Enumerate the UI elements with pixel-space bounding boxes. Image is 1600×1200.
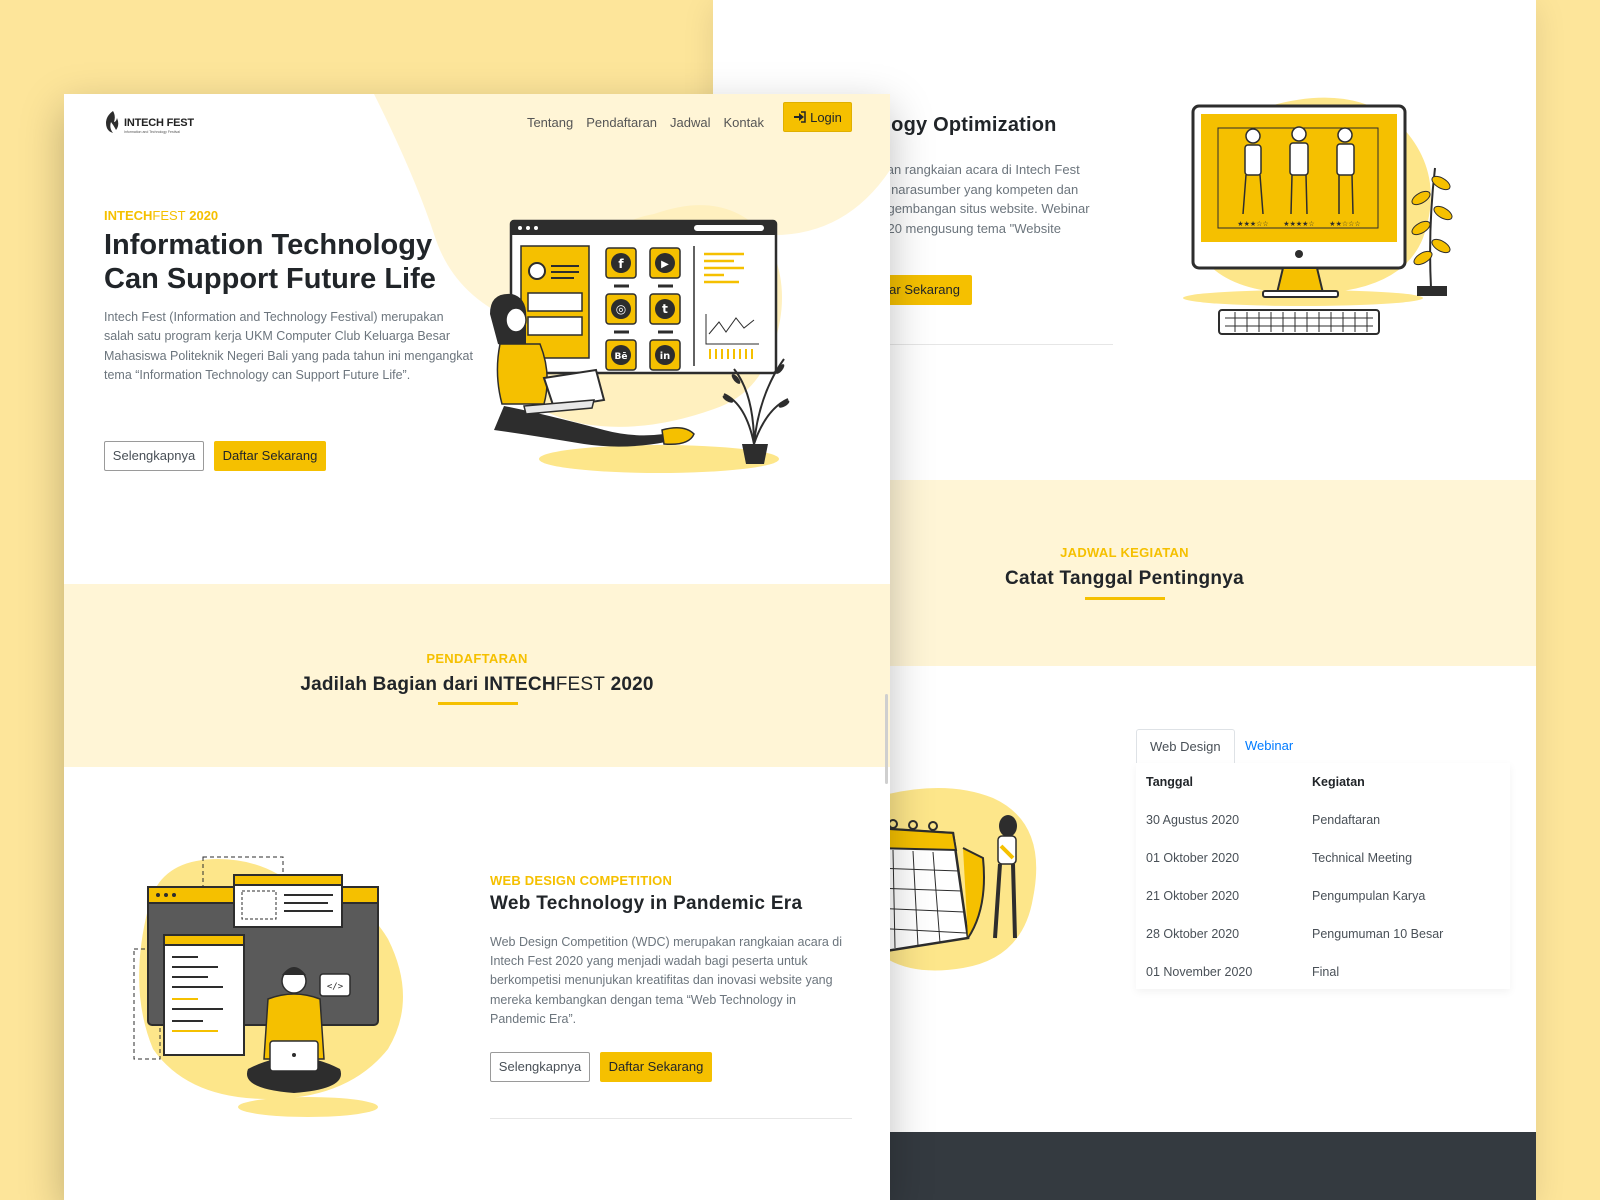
table-row: 30 Agustus 2020 Pendaftaran [1136,801,1510,839]
wdc-more-button[interactable]: Selengkapnya [490,1052,590,1082]
activity-cell: Pengumuman 10 Besar [1312,927,1444,941]
youtube-icon: ▶ [661,259,669,270]
behance-icon: Bē [615,352,628,362]
developer-illustration: </> [133,856,403,1117]
heading-part: Jadilah Bagian dari INTECH [300,674,556,695]
linkedin-icon: in [660,351,671,362]
svg-text:</>: </> [327,982,344,992]
heading-underline [438,702,518,705]
wdc-register-button[interactable]: Daftar Sekarang [600,1052,712,1082]
registration-eyebrow: PENDAFTARAN [426,651,528,666]
hero-title: Information Technology Can Support Futur… [104,229,436,295]
webinar-description: akan rangkaian acara di Intech Fest ng n… [873,160,1113,258]
registration-heading: Jadilah Bagian dari INTECHFEST 2020 [64,674,890,696]
hero-register-button[interactable]: Daftar Sekarang [214,441,326,471]
hero-description: Intech Fest (Information and Technology … [104,310,473,383]
hero-eyebrow: INTECHFEST 2020 [104,208,218,223]
nav-pendaftaran[interactable]: Pendaftaran [586,110,657,136]
wdc-title: Web Technology in Pandemic Era [490,893,803,914]
nav-jadwal[interactable]: Jadwal [670,110,710,136]
svg-text:★★☆☆☆: ★★☆☆☆ [1329,220,1360,228]
wdc-eyebrow: WEB DESIGN COMPETITION [490,873,673,888]
activity-cell: Final [1312,965,1340,979]
webinar-desc-line: 2020 mengusung tema "Website [873,220,1061,236]
activity-cell: Technical Meeting [1312,851,1413,865]
column-header: Tanggal [1146,775,1193,789]
webinar-title: ology Optimization [873,114,1057,136]
date-cell: 30 Agustus 2020 [1146,813,1240,827]
sign-in-icon [794,111,806,123]
date-cell: 28 Oktober 2020 [1146,927,1240,941]
table-row: 28 Oktober 2020 Pengumuman 10 Besar [1136,915,1510,953]
divider [873,344,1113,345]
calendar-illustration [873,788,1037,971]
activity-cell: Pengumpulan Karya [1312,889,1426,903]
eyebrow-thin: FEST [152,208,186,223]
date-cell: 01 November 2020 [1146,965,1253,979]
hero-illustration: f ▶ ◎ t Bē in [490,205,790,473]
webinar-desc-line: n" [873,238,1113,258]
logo-mark-icon [106,111,119,133]
activity-cell: Pendaftaran [1312,813,1381,827]
table-row: 01 Oktober 2020 Technical Meeting [1136,839,1510,877]
schedule-table: Tanggal Kegiatan 30 Agustus 2020 Pendaft… [1136,763,1510,989]
eyebrow-bold: INTECH [104,208,153,223]
login-button[interactable]: Login [783,102,852,132]
main-nav: Tentang Pendaftaran Jadwal Kontak [527,110,764,136]
svg-text:★★★☆☆: ★★★☆☆ [1237,220,1268,228]
hero-more-button[interactable]: Selengkapnya [104,441,204,471]
nav-tentang[interactable]: Tentang [527,110,573,136]
scrollbar-thumb[interactable] [885,694,888,784]
logo-subtext: Information and Technology Festival [124,130,180,134]
heading-part: 2020 [605,674,654,695]
webinar-desc-line: akan rangkaian acara di Intech Fest [873,162,1080,177]
twitter-icon: t [662,302,668,316]
intech-fest-logo[interactable]: INTECH FEST Information and Technology F… [104,108,204,140]
front-page-preview: INTECH FEST Information and Technology F… [64,94,890,1200]
date-cell: 01 Oktober 2020 [1146,851,1240,865]
webinar-desc-line: ng narasumber yang kompeten dan [873,181,1079,197]
tab-webinar[interactable]: Webinar [1232,729,1306,763]
date-cell: 21 Oktober 2020 [1146,889,1240,903]
wdc-description: Web Design Competition (WDC) merupakan r… [490,935,843,1026]
heading-underline [1085,597,1165,600]
webinar-desc-line: engembangan situs website. Webinar [873,201,1090,216]
table-header-row: Tanggal Kegiatan [1136,763,1510,801]
table-row: 21 Oktober 2020 Pengumpulan Karya [1136,877,1510,915]
nav-kontak[interactable]: Kontak [724,110,764,136]
table-row: 01 November 2020 Final [1136,953,1510,989]
instagram-icon: ◎ [616,302,626,316]
heading-thin: FEST [555,674,606,695]
eyebrow-year: 2020 [185,208,219,223]
login-label: Login [810,109,842,125]
divider [490,1118,852,1119]
column-header: Kegiatan [1312,775,1365,789]
facebook-icon: f [618,257,624,271]
logo-text: INTECH FEST [124,117,194,129]
svg-text:★★★★☆: ★★★★☆ [1283,220,1314,228]
schedule-tabs: Web Design Webinar [1136,729,1510,764]
tab-web-design[interactable]: Web Design [1136,729,1235,764]
monitor-illustration: ★★★☆☆ ★★★★☆ ★★☆☆☆ [1183,97,1453,335]
